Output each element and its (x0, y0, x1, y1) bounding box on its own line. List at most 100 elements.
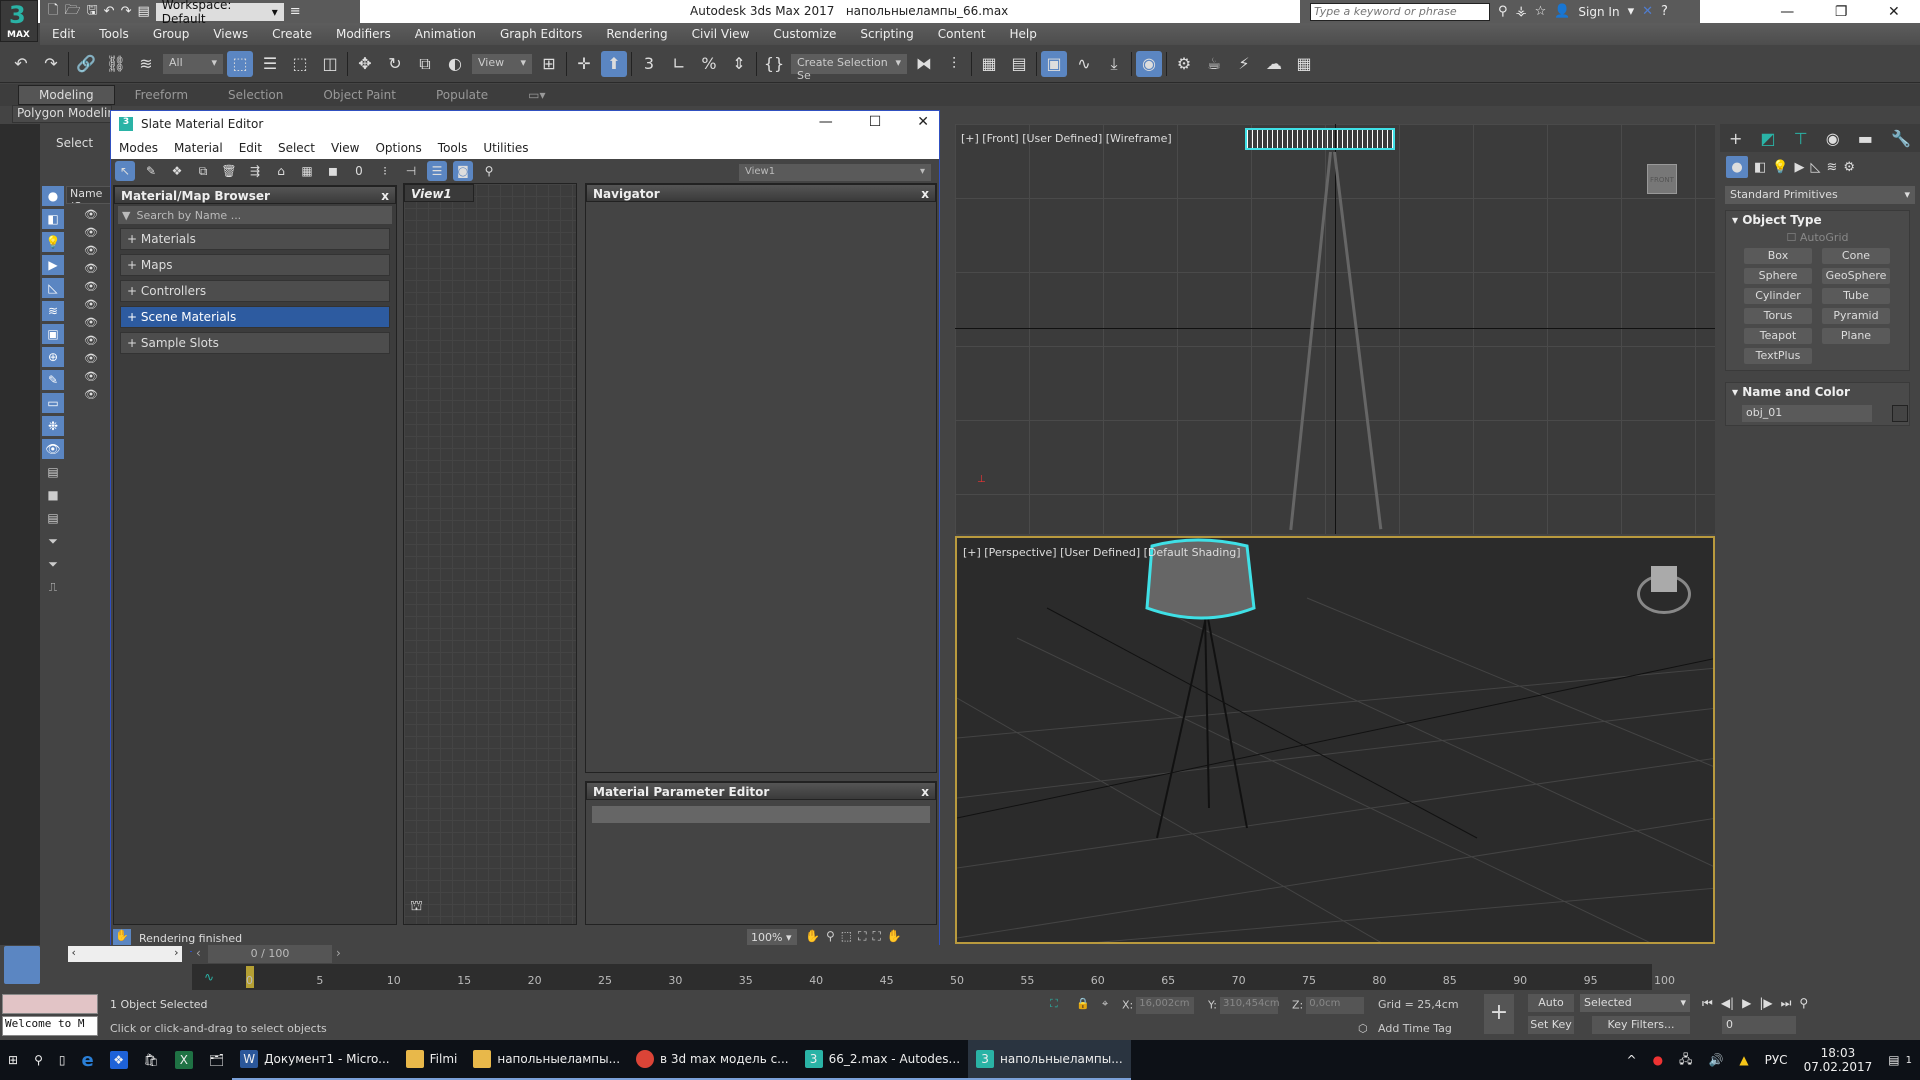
window-crossing-icon[interactable]: ◫ (317, 51, 343, 77)
layer-explorer-icon[interactable]: ▤ (1006, 51, 1032, 77)
slate-menu-view[interactable]: View (323, 141, 367, 155)
ribbon-toggle-icon[interactable]: ▣ (1041, 50, 1067, 77)
dropbox-icon[interactable]: ❖ (102, 1040, 136, 1080)
view-dropdown[interactable]: View1 ▾ (739, 164, 931, 181)
geosphere-button[interactable]: GeoSphere (1822, 268, 1890, 284)
curve-editor-mini-icon[interactable]: ∿ (204, 970, 214, 984)
network-icon[interactable]: 🖧 (1671, 1040, 1700, 1080)
options-triangle-icon[interactable]: ▼ (122, 209, 130, 222)
browser-category-scene-materials[interactable]: + Scene Materials (120, 306, 390, 328)
named-selection-dropdown[interactable]: Create Selection Se ▾ (791, 53, 907, 82)
key-mode-dropdown[interactable]: Selected ▾ (1580, 994, 1690, 1012)
object-color-swatch[interactable] (1891, 405, 1908, 422)
textplus-button[interactable]: TextPlus (1744, 348, 1812, 364)
menu-content[interactable]: Content (926, 27, 998, 41)
taskbar-item-filmi[interactable]: Filmi (397, 1040, 466, 1080)
close-button[interactable]: ✕ (1888, 4, 1900, 20)
favorites-star-icon[interactable]: ☆ (1535, 4, 1547, 19)
isolate-selection-icon[interactable]: ⛶ (1050, 997, 1058, 1011)
cameras-icon[interactable]: ▶ (1794, 160, 1804, 175)
tray-app-icon[interactable]: ● (1645, 1040, 1671, 1080)
rotate-icon[interactable]: ↻ (382, 51, 408, 77)
close-icon[interactable]: x (381, 189, 389, 203)
project-icon[interactable]: ▤ (137, 4, 149, 19)
ref-coord-dropdown[interactable]: View ▾ (472, 53, 532, 74)
menu-animation[interactable]: Animation (403, 27, 488, 41)
pick-material-icon[interactable]: ✎ (141, 161, 161, 181)
viewport-label[interactable]: [+] [Perspective] [User Defined] [Defaul… (963, 546, 1241, 559)
plane-button[interactable]: Plane (1822, 328, 1890, 344)
slate-menu-edit[interactable]: Edit (231, 141, 270, 155)
y-coord-field[interactable]: 310,454cm (1219, 997, 1280, 1014)
set-keys-button[interactable]: + (1484, 994, 1514, 1034)
undo-icon[interactable]: ↶ (8, 51, 34, 77)
render-setup-icon[interactable]: ⚙ (1171, 51, 1197, 77)
name-color-header[interactable]: ▾ Name and Color (1726, 383, 1909, 401)
slate-menu-utilities[interactable]: Utilities (475, 141, 536, 155)
containers-filter-icon[interactable]: ▭ (42, 393, 64, 413)
google-drive-icon[interactable]: ▲ (1731, 1040, 1756, 1080)
show-map-icon[interactable]: ▦ (297, 161, 317, 181)
ribbon-tab-freeform[interactable]: Freeform (115, 86, 208, 104)
layout-all-icon[interactable]: ⁝ (375, 161, 395, 181)
taskbar-item-3dsmax-2[interactable]: 3 напольныелампы... (968, 1040, 1131, 1080)
close-button[interactable]: ✕ (917, 114, 929, 130)
workspace-dropdown[interactable]: Workspace: Default ▾ (155, 0, 284, 26)
mirror-icon[interactable]: ⧓ (911, 51, 937, 77)
viewport-front[interactable]: [+] [Front] [User Defined] [Wireframe] F… (955, 124, 1715, 534)
link-icon[interactable]: 🔗 (73, 51, 99, 77)
menu-tools[interactable]: Tools (87, 27, 141, 41)
filter-icon[interactable]: ⏷ (42, 554, 64, 574)
schematic-view-icon[interactable]: ⤓ (1101, 51, 1127, 77)
add-time-tag[interactable]: Add Time Tag (1378, 1022, 1452, 1035)
visibility-eye-icon[interactable]: 👁 (84, 208, 104, 221)
absolute-mode-icon[interactable]: ⌖ (1102, 997, 1108, 1011)
move-children-icon[interactable]: ⇶ (245, 161, 265, 181)
restore-button[interactable]: ❐ (1835, 4, 1848, 20)
select-menu[interactable]: Select (56, 136, 93, 150)
view-tab[interactable]: View1 (404, 184, 474, 202)
hide-unused-icon[interactable]: ⌂ (271, 161, 291, 181)
snaps-toggle-icon[interactable]: 3 (636, 51, 662, 77)
viewcube[interactable]: FRONT (1647, 164, 1677, 194)
render-cloud-icon[interactable]: ☁ (1261, 51, 1287, 77)
save-icon[interactable]: 🖫 (87, 1, 98, 23)
visibility-eye-icon[interactable]: 👁 (84, 298, 104, 311)
node-view[interactable]: View1 ⛫ (403, 183, 577, 925)
explorer-app-icon[interactable]: 🗂 (201, 1040, 232, 1080)
display-all-icon[interactable]: 👁 (42, 439, 64, 459)
pyramid-button[interactable]: Pyramid (1822, 308, 1890, 324)
invert-display-icon[interactable]: ■ (42, 485, 64, 505)
pivot-center-icon[interactable]: ⊞ (536, 51, 562, 77)
visibility-eye-icon[interactable]: 👁 (84, 334, 104, 347)
zoom-region-icon[interactable]: ⬚ (841, 929, 852, 944)
spinner-snap-icon[interactable]: ⇕ (726, 51, 752, 77)
box-button[interactable]: Box (1744, 248, 1812, 264)
auto-key-button[interactable]: Auto Key (1528, 994, 1574, 1027)
close-icon[interactable]: x (921, 785, 929, 799)
object-type-header[interactable]: ▾ Object Type (1726, 211, 1909, 229)
z-coord-field[interactable]: 0,0cm (1306, 997, 1365, 1014)
pan-to-selected-icon[interactable]: ✋ (887, 929, 902, 944)
teapot-button[interactable]: Teapot (1744, 328, 1812, 344)
track-bar[interactable]: 0 5 10 15 20 25 30 35 40 45 50 55 60 65 70 75 80 85 90 95 10… (192, 964, 1675, 990)
visibility-eye-icon[interactable]: 👁 (84, 316, 104, 329)
play-icon[interactable]: ▶ (1742, 996, 1751, 1011)
browser-category-controllers[interactable]: + Controllers (120, 280, 390, 302)
parameter-editor-toggle-icon[interactable]: ◙ (453, 161, 473, 181)
close-icon[interactable]: x (921, 187, 929, 201)
viewcube-box[interactable] (1651, 566, 1677, 592)
align-icon[interactable]: ⫶ (941, 51, 967, 77)
torus-button[interactable]: Torus (1744, 308, 1812, 324)
browser-category-materials[interactable]: + Materials (120, 228, 390, 250)
scene-explorer-icon[interactable]: ▦ (976, 51, 1002, 77)
goto-start-icon[interactable]: ⏮ (1702, 996, 1713, 1011)
menu-views[interactable]: Views (201, 27, 260, 41)
put-material-icon[interactable]: ❖ (167, 161, 187, 181)
zoom-icon[interactable]: ⚲ (826, 929, 835, 944)
move-icon[interactable]: ✥ (352, 51, 378, 77)
menu-customize[interactable]: Customize (761, 27, 848, 41)
visibility-eye-icon[interactable]: 👁 (84, 280, 104, 293)
prev-frame-icon[interactable]: ‹ (196, 946, 201, 960)
start-button[interactable]: ⊞ (0, 1040, 26, 1080)
